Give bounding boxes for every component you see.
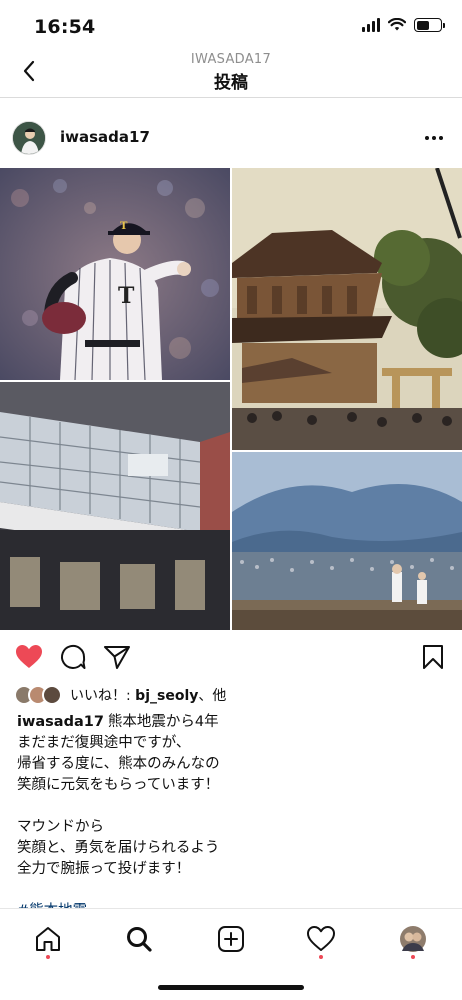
wifi-icon xyxy=(388,18,406,31)
cellular-signal-icon xyxy=(362,18,380,32)
heart-outline-icon xyxy=(307,926,335,951)
station-building-photo xyxy=(0,382,230,630)
home-notification-dot xyxy=(46,955,50,959)
heart-filled-icon xyxy=(16,645,42,668)
status-bar: 16:54 xyxy=(0,0,462,52)
stadium-mountain-photo xyxy=(232,452,462,630)
tab-search[interactable] xyxy=(121,921,157,957)
shrine-gate-photo xyxy=(232,168,462,450)
caption-line: まだまだ復興途中ですが、 xyxy=(17,735,191,751)
status-icons xyxy=(362,18,445,32)
post-actions xyxy=(0,640,462,676)
home-icon xyxy=(36,927,60,951)
likes-row[interactable]: いいね！: bj_seoly、他 xyxy=(14,684,226,706)
more-dot xyxy=(425,136,429,140)
post-header: iwasada17 xyxy=(0,116,462,160)
more-dot xyxy=(432,136,436,140)
home-indicator xyxy=(158,985,304,990)
svg-text:T: T xyxy=(118,283,135,309)
battery-level xyxy=(416,20,430,30)
plus-square-icon xyxy=(218,926,244,952)
post-caption: iwasada17 熊本地震から4年 まだまだ復興途中ですが、 帰省する度に、熊本… xyxy=(17,712,447,922)
profile-avatar xyxy=(400,926,426,952)
profile-notification-dot xyxy=(411,955,415,959)
liker-avatars xyxy=(14,685,62,705)
activity-notification-dot xyxy=(319,955,323,959)
caption-line: 笑顔に元気をもらっています！ xyxy=(17,777,220,793)
search-icon xyxy=(127,927,152,952)
caption-username[interactable]: iwasada17 xyxy=(17,714,104,730)
caption-line: iwasada17 熊本地震から4年 xyxy=(17,712,447,733)
like-button[interactable] xyxy=(14,642,44,672)
save-button[interactable] xyxy=(418,642,448,672)
svg-text:T: T xyxy=(120,221,128,232)
tab-activity[interactable] xyxy=(303,921,339,957)
more-dot xyxy=(439,136,443,140)
page-title: 投稿 xyxy=(214,73,248,93)
avatar xyxy=(42,685,62,705)
caption-line: マウンドから xyxy=(17,819,104,835)
nav-subtitle: IWASADA17 xyxy=(190,52,272,67)
pitcher-photo: T T xyxy=(0,168,230,380)
bottom-tab-bar xyxy=(0,908,462,1000)
caption-line: 帰省する度に、熊本のみんなの xyxy=(17,756,220,772)
tab-home[interactable] xyxy=(30,921,66,957)
status-time: 16:54 xyxy=(34,16,96,38)
caption-line: 笑顔と、勇気を届けられるよう xyxy=(17,840,220,856)
comment-button[interactable] xyxy=(58,642,88,672)
nav-header: IWASADA17 投稿 xyxy=(0,48,462,98)
bookmark-icon xyxy=(423,645,443,669)
caption-line: 全力で腕振って投げます！ xyxy=(17,861,191,877)
caption-text: 熊本地震から4年 xyxy=(107,714,219,730)
send-icon xyxy=(104,646,130,669)
tab-new-post[interactable] xyxy=(213,921,249,957)
post-photo[interactable]: T T xyxy=(0,168,462,630)
share-button[interactable] xyxy=(102,642,132,672)
post-username[interactable]: iwasada17 xyxy=(60,128,150,146)
more-options-button[interactable] xyxy=(422,128,446,148)
tab-profile[interactable] xyxy=(395,921,431,957)
likes-prefix: いいね！: xyxy=(70,688,136,704)
likes-suffix[interactable]: 、他 xyxy=(198,688,226,704)
likes-text: いいね！: bj_seoly、他 xyxy=(70,685,226,705)
battery-icon xyxy=(414,18,445,32)
comment-icon xyxy=(61,645,86,669)
likes-user[interactable]: bj_seoly xyxy=(135,688,198,704)
avatar[interactable] xyxy=(12,121,46,155)
